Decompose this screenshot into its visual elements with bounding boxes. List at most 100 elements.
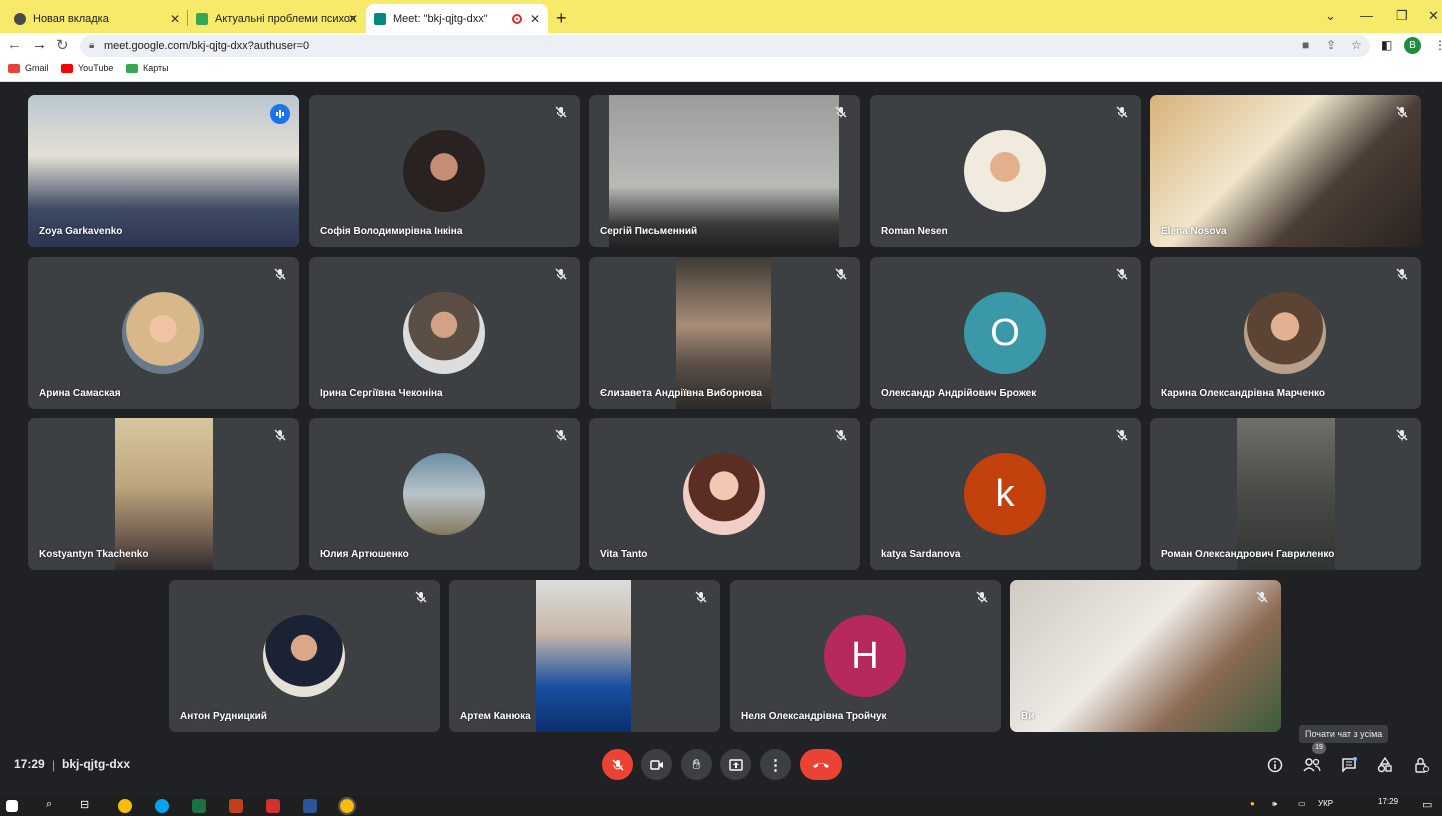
host-controls-button[interactable] bbox=[1410, 754, 1432, 776]
menu-icon[interactable]: ⋮ bbox=[1434, 38, 1442, 52]
network-icon[interactable]: ▭ bbox=[1298, 799, 1306, 808]
bookmark-gmail[interactable]: Gmail bbox=[8, 63, 49, 73]
participant-tile[interactable]: Vita Tanto bbox=[589, 418, 860, 570]
pdf-icon[interactable] bbox=[266, 799, 280, 813]
reload-icon[interactable]: ↻ bbox=[56, 36, 69, 54]
participant-tile[interactable]: Карина Олександрівна Марченко bbox=[1150, 257, 1421, 409]
participant-tile[interactable]: H Неля Олександрівна Тройчук bbox=[730, 580, 1001, 732]
bookmark-star-icon[interactable]: ☆ bbox=[1351, 38, 1362, 52]
search-icon[interactable]: ⌕ bbox=[46, 798, 52, 811]
participant-tile[interactable]: Роман Олександрович Гавриленко bbox=[1150, 418, 1421, 570]
more-options-button[interactable]: ⋮ bbox=[760, 749, 791, 780]
raise-hand-button[interactable]: ✋︎ bbox=[681, 749, 712, 780]
browser-toolbar: ← → ↻ 🔒︎ meet.google.com/bkj-qjtg-dxx?au… bbox=[0, 33, 1442, 58]
participant-name: Антон Рудницкий bbox=[180, 711, 267, 722]
participant-tile[interactable]: O Олександр Андрійович Брожек bbox=[870, 257, 1141, 409]
forward-icon[interactable]: → bbox=[32, 36, 47, 53]
lock-icon: 🔒︎ bbox=[89, 40, 95, 51]
participant-tile[interactable]: Zoya Garkavenko bbox=[28, 95, 299, 247]
word-icon[interactable] bbox=[303, 799, 317, 813]
participant-initial-avatar: k bbox=[964, 453, 1046, 535]
participant-tile[interactable]: Єлизавета Андріївна Виборнова bbox=[589, 257, 860, 409]
youtube-icon bbox=[61, 63, 73, 73]
participant-avatar bbox=[683, 453, 765, 535]
participant-tile[interactable]: Ви bbox=[1010, 580, 1281, 732]
minimize-button[interactable]: — bbox=[1360, 8, 1373, 23]
activities-button[interactable] bbox=[1374, 754, 1396, 776]
participant-name: Єлизавета Андріївна Виборнова bbox=[600, 388, 763, 399]
participant-tile[interactable]: Elena Nosova bbox=[1150, 95, 1421, 247]
tab-new[interactable]: Новая вкладка ✕ bbox=[6, 6, 188, 31]
profile-avatar[interactable]: B bbox=[1404, 37, 1421, 54]
camera-icon[interactable]: ■ bbox=[1302, 38, 1309, 52]
notifications-icon[interactable]: ▭ bbox=[1422, 798, 1432, 811]
participant-tile[interactable]: Ірина Сергіївна Чеконіна bbox=[309, 257, 580, 409]
tab-meet[interactable]: Meet: "bkj-qjtg-dxx" ✕ bbox=[366, 4, 548, 33]
participant-tile[interactable]: Артем Канюка bbox=[449, 580, 720, 732]
powerpoint-icon[interactable] bbox=[229, 799, 243, 813]
participant-name: Zoya Garkavenko bbox=[39, 226, 123, 237]
language-indicator[interactable]: УКР bbox=[1318, 799, 1333, 808]
participant-video bbox=[115, 418, 213, 570]
maps-icon bbox=[126, 63, 138, 73]
participant-tile[interactable]: Софія Володимирівна Інкіна bbox=[309, 95, 580, 247]
bookmark-youtube[interactable]: YouTube bbox=[61, 63, 113, 73]
meeting-details-button[interactable] bbox=[1264, 754, 1286, 776]
meeting-clock: 17:29 bbox=[14, 757, 45, 771]
close-icon[interactable]: ✕ bbox=[348, 12, 358, 26]
mic-off-icon bbox=[1115, 428, 1129, 442]
chrome-active-icon[interactable] bbox=[338, 797, 356, 815]
chrome-taskbar-icon[interactable] bbox=[118, 799, 132, 813]
recording-icon bbox=[512, 13, 522, 24]
participant-tile[interactable]: Сергій Письменний bbox=[589, 95, 860, 247]
share-icon[interactable]: ⇪ bbox=[1326, 38, 1336, 52]
present-button[interactable] bbox=[720, 749, 751, 780]
participant-name: Ірина Сергіївна Чеконіна bbox=[320, 388, 443, 399]
close-window-button[interactable]: ✕ bbox=[1428, 8, 1439, 24]
participant-video bbox=[28, 95, 299, 247]
mic-off-icon bbox=[273, 428, 287, 442]
restore-button[interactable]: ❐ bbox=[1396, 8, 1408, 24]
meeting-code: bkj-qjtg-dxx bbox=[62, 757, 130, 771]
close-icon[interactable]: ✕ bbox=[170, 12, 180, 26]
tab-course[interactable]: Актуальні проблеми психології ✕ bbox=[188, 6, 366, 31]
skype-icon[interactable] bbox=[155, 799, 169, 813]
tray-apps-icon[interactable]: ● bbox=[1250, 799, 1255, 808]
close-icon[interactable]: ✕ bbox=[530, 12, 540, 26]
mic-off-icon bbox=[414, 590, 428, 604]
new-tab-button[interactable]: + bbox=[556, 8, 567, 29]
classroom-icon bbox=[196, 12, 208, 25]
volume-icon[interactable]: 🕪︎ bbox=[1272, 799, 1277, 809]
back-icon[interactable]: ← bbox=[7, 36, 22, 53]
windows-start-icon[interactable] bbox=[6, 800, 18, 812]
tab-search-icon[interactable]: ⌄ bbox=[1325, 8, 1336, 24]
chat-icon bbox=[1342, 757, 1357, 773]
meeting-grid: Zoya Garkavenko Софія Володимирівна Інкін… bbox=[0, 83, 1442, 795]
participant-name: Сергій Письменний bbox=[600, 226, 698, 237]
task-view-icon[interactable]: ⊟ bbox=[80, 798, 89, 811]
participant-tile[interactable]: Антон Рудницкий bbox=[169, 580, 440, 732]
end-call-button[interactable] bbox=[800, 749, 842, 780]
mic-off-icon bbox=[694, 590, 708, 604]
participant-tile[interactable]: Юлия Артюшенко bbox=[309, 418, 580, 570]
chat-button[interactable] bbox=[1338, 754, 1360, 776]
address-bar[interactable]: 🔒︎ meet.google.com/bkj-qjtg-dxx?authuser… bbox=[80, 35, 1370, 57]
people-button[interactable] bbox=[1301, 754, 1323, 776]
shapes-icon bbox=[1377, 757, 1392, 773]
participant-tile[interactable]: Арина Самаская bbox=[28, 257, 299, 409]
excel-icon[interactable] bbox=[192, 799, 206, 813]
more-vert-icon: ⋮ bbox=[768, 756, 783, 774]
participant-tile[interactable]: Kostyantyn Tkachenko bbox=[28, 418, 299, 570]
gmail-icon bbox=[8, 63, 20, 73]
camera-toggle-button[interactable] bbox=[641, 749, 672, 780]
participant-name: Карина Олександрівна Марченко bbox=[1161, 388, 1326, 399]
participant-name: Олександр Андрійович Брожек bbox=[881, 388, 1037, 399]
participant-tile[interactable]: k katya Sardanova bbox=[870, 418, 1141, 570]
participant-tile[interactable]: Roman Nesen bbox=[870, 95, 1141, 247]
side-panel-icon[interactable]: ◧ bbox=[1381, 38, 1392, 52]
microphone-toggle-button[interactable] bbox=[602, 749, 633, 780]
taskbar-clock[interactable]: 17:29 bbox=[1378, 797, 1398, 806]
bookmark-maps[interactable]: Карты bbox=[126, 63, 169, 73]
mic-off-icon bbox=[273, 267, 287, 281]
participants-count-badge: 19 bbox=[1312, 742, 1326, 754]
